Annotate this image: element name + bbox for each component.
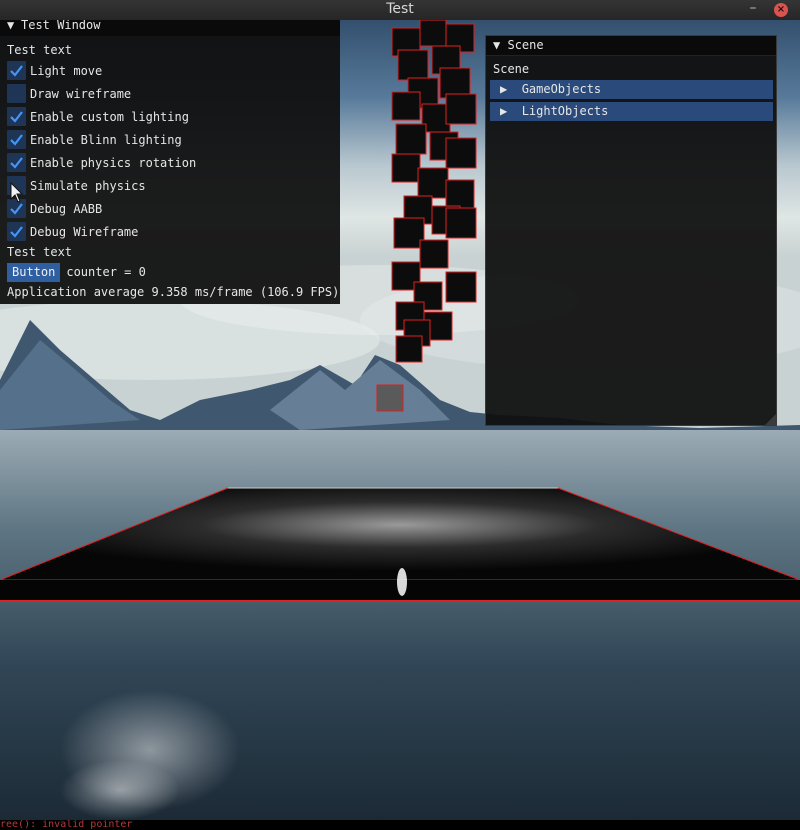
checkbox-label: Debug Wireframe <box>30 225 139 239</box>
scene-window-title: Scene <box>507 38 544 52</box>
checkbox-debug-wireframe[interactable]: Debug Wireframe <box>7 222 307 242</box>
checkbox-label: Enable Blinn lighting <box>30 133 182 147</box>
checkbox-draw-wireframe[interactable]: Draw wireframe <box>7 84 307 104</box>
checkbox-enable-blinn-lighting[interactable]: Enable Blinn lighting <box>7 130 307 150</box>
tree-node-gameobjects[interactable]: ▶ GameObjects <box>490 80 773 99</box>
checkbox-label: Debug AABB <box>30 202 103 216</box>
console-output: ree(): invalid pointer <box>0 820 800 830</box>
checkbox-label: Light move <box>30 64 103 78</box>
checkbox-light-move[interactable]: Light move <box>7 61 307 81</box>
test-window-title: Test Window <box>21 18 101 32</box>
checkbox-enable-custom-lighting[interactable]: Enable custom lighting <box>7 107 307 127</box>
checkmark-icon <box>10 65 23 77</box>
test-button[interactable]: Button <box>7 263 61 282</box>
checkmark-icon <box>10 111 23 123</box>
button-row: Button counter = 0 <box>7 262 146 282</box>
checkbox-box[interactable] <box>7 130 26 149</box>
tree-node-label: GameObjects <box>521 82 602 96</box>
checkbox-box[interactable] <box>7 222 26 241</box>
tree-expand-icon[interactable]: ▶ <box>500 104 507 118</box>
scene-header-text: Scene <box>493 62 530 76</box>
checkbox-enable-physics-rotation[interactable]: Enable physics rotation <box>7 153 307 173</box>
window-titlebar[interactable]: Test – × <box>0 0 800 20</box>
counter-text: counter = 0 <box>66 265 146 279</box>
tree-expand-icon[interactable]: ▶ <box>500 82 507 96</box>
close-icon[interactable]: × <box>774 3 788 17</box>
checkbox-box[interactable] <box>7 153 26 172</box>
test-text-2: Test text <box>7 245 73 259</box>
checkbox-label: Enable physics rotation <box>30 156 197 170</box>
scene-window-titlebar[interactable]: ▼ Scene <box>486 36 776 56</box>
window-title: Test <box>386 1 414 17</box>
test-window[interactable]: ▼ Test Window Test text Light move Draw w… <box>0 14 340 304</box>
minimize-icon[interactable]: – <box>746 1 760 16</box>
checkmark-icon <box>10 157 23 169</box>
checkbox-label: Enable custom lighting <box>30 110 189 124</box>
checkbox-box[interactable] <box>7 61 26 80</box>
tree-node-label: LightObjects <box>521 104 609 118</box>
resize-grip[interactable] <box>765 414 776 425</box>
checkbox-box[interactable] <box>7 107 26 126</box>
checkmark-icon <box>10 226 23 238</box>
checkbox-debug-aabb[interactable]: Debug AABB <box>7 199 307 219</box>
tree-node-lightobjects[interactable]: ▶ LightObjects <box>490 102 773 121</box>
collapse-arrow-icon[interactable]: ▼ <box>493 38 500 52</box>
checkmark-icon <box>10 134 23 146</box>
scene-window[interactable]: ▼ Scene Scene ▶ GameObjects ▶ LightObjec… <box>485 35 777 426</box>
checkbox-box[interactable] <box>7 84 26 103</box>
checkbox-label: Simulate physics <box>30 179 146 193</box>
fps-text: Application average 9.358 ms/frame (106.… <box>7 285 340 299</box>
mouse-cursor-icon <box>10 182 24 203</box>
checkbox-label: Draw wireframe <box>30 87 132 101</box>
test-text-1: Test text <box>7 43 73 57</box>
checkbox-simulate-physics[interactable]: Simulate physics <box>7 176 307 196</box>
